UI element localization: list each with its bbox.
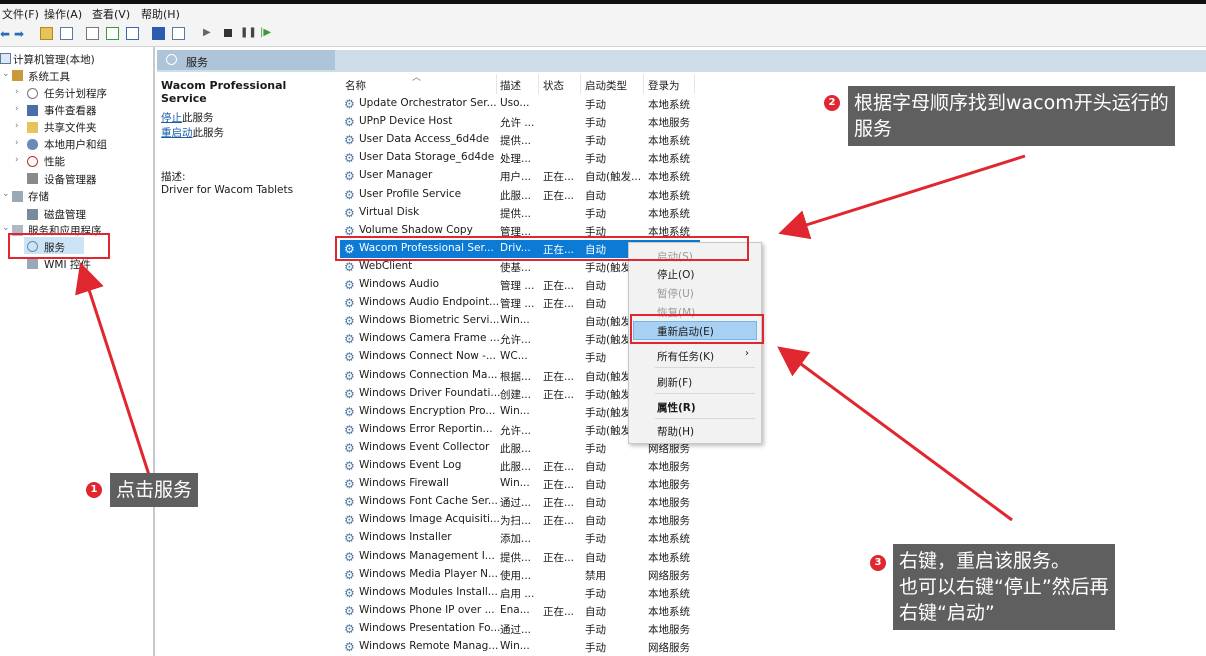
arrow-to-restart [777,346,1013,522]
callout-step-3-line-3: 右键“启动” [899,602,995,624]
arrow-to-services [75,262,152,479]
callout-step-3-line-1: 右键，重启该服务。 [899,550,1071,572]
callout-step-2-line-2: 服务 [854,118,893,140]
callout-step-3-line-2: 也可以右键“停止”然后再 [899,576,1109,598]
callout-step-2: 根据字母顺序找到wacom开头运行的 服务 [848,86,1175,146]
arrow-to-wacom [778,154,1026,240]
callout-step-1-text: 点击服务 [116,479,193,501]
callout-step-1: 点击服务 [110,473,199,507]
callout-step-2-line-1: 根据字母顺序找到wacom开头运行的 [854,92,1169,114]
step-badge-3: 3 [870,555,886,571]
callout-step-3: 右键，重启该服务。 也可以右键“停止”然后再 右键“启动” [893,544,1115,630]
step-badge-1: 1 [86,482,102,498]
step-badge-2: 2 [824,95,840,111]
